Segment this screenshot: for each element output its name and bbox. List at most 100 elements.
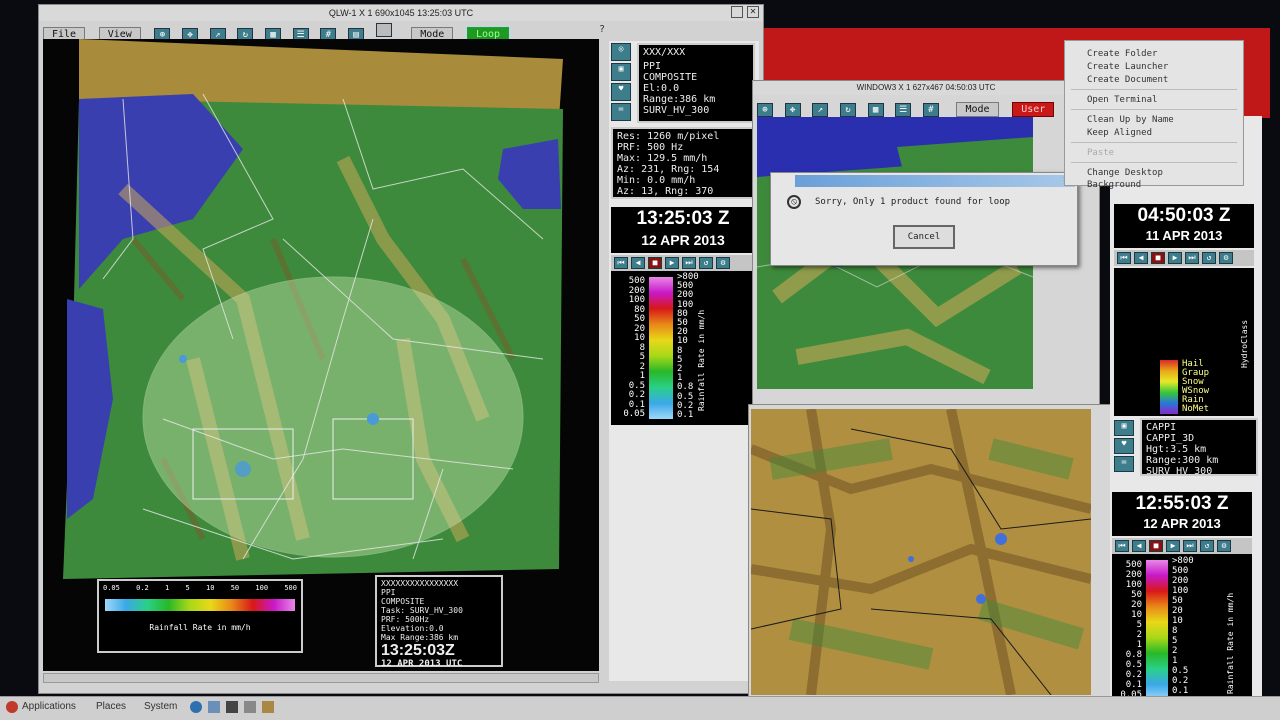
lower-radar-map[interactable]: [751, 409, 1091, 695]
info-line: Range:386 km: [643, 94, 716, 105]
keep-aligned-item[interactable]: Keep Aligned: [1065, 126, 1243, 139]
settings-icon[interactable]: ⚙: [716, 257, 730, 269]
legend-value: 10: [1131, 610, 1142, 620]
measure-icon[interactable]: ↗: [812, 103, 829, 117]
create-launcher-item[interactable]: Create Launcher: [1065, 60, 1243, 73]
loop-icon[interactable]: ↺: [1200, 540, 1214, 552]
create-folder-item[interactable]: Create Folder: [1065, 47, 1243, 60]
info-line: CAPPI_3D: [1146, 433, 1195, 444]
heart-icon[interactable]: ♥: [611, 83, 631, 101]
info-line: COMPOSITE: [643, 72, 698, 83]
maximize-icon[interactable]: [731, 6, 743, 18]
legend-value: 50: [1172, 596, 1183, 606]
paste-item[interactable]: Paste: [1065, 146, 1243, 159]
info-line: XXXXXXXXXXXXXXXX: [381, 579, 459, 588]
settings-icon[interactable]: ⚙: [1217, 540, 1231, 552]
create-document-item[interactable]: Create Document: [1065, 73, 1243, 86]
map-icon[interactable]: ▣: [1114, 420, 1134, 436]
files-icon[interactable]: [262, 701, 274, 713]
help-icon[interactable]: ?: [599, 24, 605, 35]
last-frame-icon[interactable]: ⏭: [682, 257, 696, 269]
legend-value: 0.2: [1172, 676, 1189, 686]
refresh-icon[interactable]: ↻: [839, 103, 856, 117]
close-icon[interactable]: ✕: [747, 6, 759, 18]
places-menu[interactable]: Places: [96, 701, 126, 712]
info-time: 13:25:03Z: [381, 642, 455, 659]
layers-icon[interactable]: ☰: [895, 103, 912, 117]
browser-icon[interactable]: [190, 701, 202, 713]
open-terminal-item[interactable]: Open Terminal: [1065, 93, 1243, 106]
info-line: COMPOSITE: [381, 597, 425, 606]
terminal-icon[interactable]: [226, 701, 238, 713]
stat-line: Az: 231, Rng: 154: [617, 164, 720, 175]
main-toolbar: File View ⊕ ✥ ↗ ↻ ▦ ☰ # ▤ Mode Loop ?: [43, 22, 643, 42]
horizontal-scrollbar[interactable]: [43, 673, 599, 683]
next-frame-icon[interactable]: ▶: [1168, 252, 1182, 264]
radar-map[interactable]: [43, 39, 599, 671]
info-line: SURV_HV_300: [643, 105, 710, 116]
pan-icon[interactable]: ✥: [784, 103, 801, 117]
first-frame-icon[interactable]: ⏮: [1117, 252, 1131, 264]
loop-dialog: ✕ ⦸ Sorry, Only 1 product found for loop…: [770, 172, 1078, 266]
legend-left-values: 500 200 100 50 20 10 5 2 1 0.8 0.5 0.2 0…: [1114, 560, 1142, 700]
last-frame-icon[interactable]: ⏭: [1183, 540, 1197, 552]
cancel-button[interactable]: Cancel: [893, 225, 955, 249]
mail-icon[interactable]: ✉: [611, 103, 631, 121]
clean-up-item[interactable]: Clean Up by Name: [1065, 113, 1243, 126]
next-frame-icon[interactable]: ▶: [1166, 540, 1180, 552]
lower-product-info: CAPPI CAPPI_3D Hgt:3.5 km Range:300 km S…: [1140, 418, 1258, 477]
lower-playback-controls: ⏮ ◀ ■ ▶ ⏭ ↺ ⚙: [1112, 538, 1252, 554]
legend-value: 50: [230, 584, 240, 592]
mail-icon[interactable]: ✉: [1114, 456, 1134, 472]
window3-titlebar[interactable]: WINDOW3 X 1 627x467 04:50:03 UTC: [753, 81, 1099, 95]
heart-icon[interactable]: ♥: [1114, 438, 1134, 454]
menu-separator: [1071, 89, 1237, 90]
stop-icon[interactable]: ■: [648, 257, 662, 269]
legend-label: Rainfall Rate in mm/h: [697, 309, 706, 411]
info-line: Range:300 km: [1146, 455, 1219, 466]
legend-right-values: >800 500 200 100 80 50 20 10 8 5 2 1 0.8…: [677, 272, 713, 420]
change-background-item[interactable]: Change Desktop Background: [1065, 166, 1243, 190]
zoom-icon[interactable]: ⊕: [757, 103, 773, 117]
loop-icon[interactable]: ↺: [699, 257, 713, 269]
prev-frame-icon[interactable]: ◀: [1134, 252, 1148, 264]
window3-mode-button[interactable]: Mode: [956, 102, 999, 117]
blank-icon[interactable]: [375, 23, 392, 37]
first-frame-icon[interactable]: ⏮: [614, 257, 628, 269]
prev-frame-icon[interactable]: ◀: [631, 257, 645, 269]
map-viewport[interactable]: [43, 39, 599, 671]
last-frame-icon[interactable]: ⏭: [1185, 252, 1199, 264]
overlay-icon[interactable]: ▦: [867, 103, 884, 117]
legend-color-bar: [105, 599, 295, 611]
loop-icon[interactable]: ↺: [1202, 252, 1216, 264]
lower-window-map[interactable]: [751, 409, 1091, 695]
stop-icon[interactable]: ■: [1149, 540, 1163, 552]
settings-icon[interactable]: ⚙: [1219, 252, 1233, 264]
stop-icon[interactable]: ■: [1151, 252, 1165, 264]
first-frame-icon[interactable]: ⏮: [1115, 540, 1129, 552]
legend-value: 100: [1125, 580, 1142, 590]
bottom-product-info: XXXXXXXXXXXXXXXX PPI COMPOSITE Task: SUR…: [375, 575, 503, 669]
clock-time: 13:25:03 Z: [636, 208, 730, 229]
dialog-titlebar[interactable]: [795, 175, 1075, 187]
map-icon[interactable]: ▣: [611, 63, 631, 81]
editor-icon[interactable]: [244, 701, 256, 713]
stat-line: Az: 13, Rng: 370: [617, 186, 714, 197]
system-menu[interactable]: System: [144, 701, 177, 712]
lower-side-panel: ▣ ♥ ✉ CAPPI CAPPI_3D Hgt:3.5 km Range:30…: [1110, 416, 1262, 706]
info-line: Hgt:3.5 km: [1146, 444, 1207, 455]
grid-icon[interactable]: #: [922, 103, 939, 117]
legend-value: 5: [677, 354, 683, 365]
prev-frame-icon[interactable]: ◀: [1132, 540, 1146, 552]
info-line: Elevation:0.0: [381, 624, 444, 633]
clock-time: 12:55:03 Z: [1135, 493, 1229, 514]
window3-user-button[interactable]: User: [1012, 102, 1055, 117]
info-line: PRF: 500Hz: [381, 615, 430, 624]
lower-product-icons: ▣ ♥ ✉: [1114, 420, 1136, 472]
applications-menu[interactable]: Applications: [22, 701, 76, 712]
mail-icon[interactable]: [208, 701, 220, 713]
clock-date: 12 APR 2013: [1143, 516, 1221, 531]
main-window-titlebar[interactable]: QLW-1 X 1 690x1045 13:25:03 UTC ✕: [39, 5, 763, 21]
next-frame-icon[interactable]: ▶: [665, 257, 679, 269]
radar-icon[interactable]: ◎: [611, 43, 631, 61]
